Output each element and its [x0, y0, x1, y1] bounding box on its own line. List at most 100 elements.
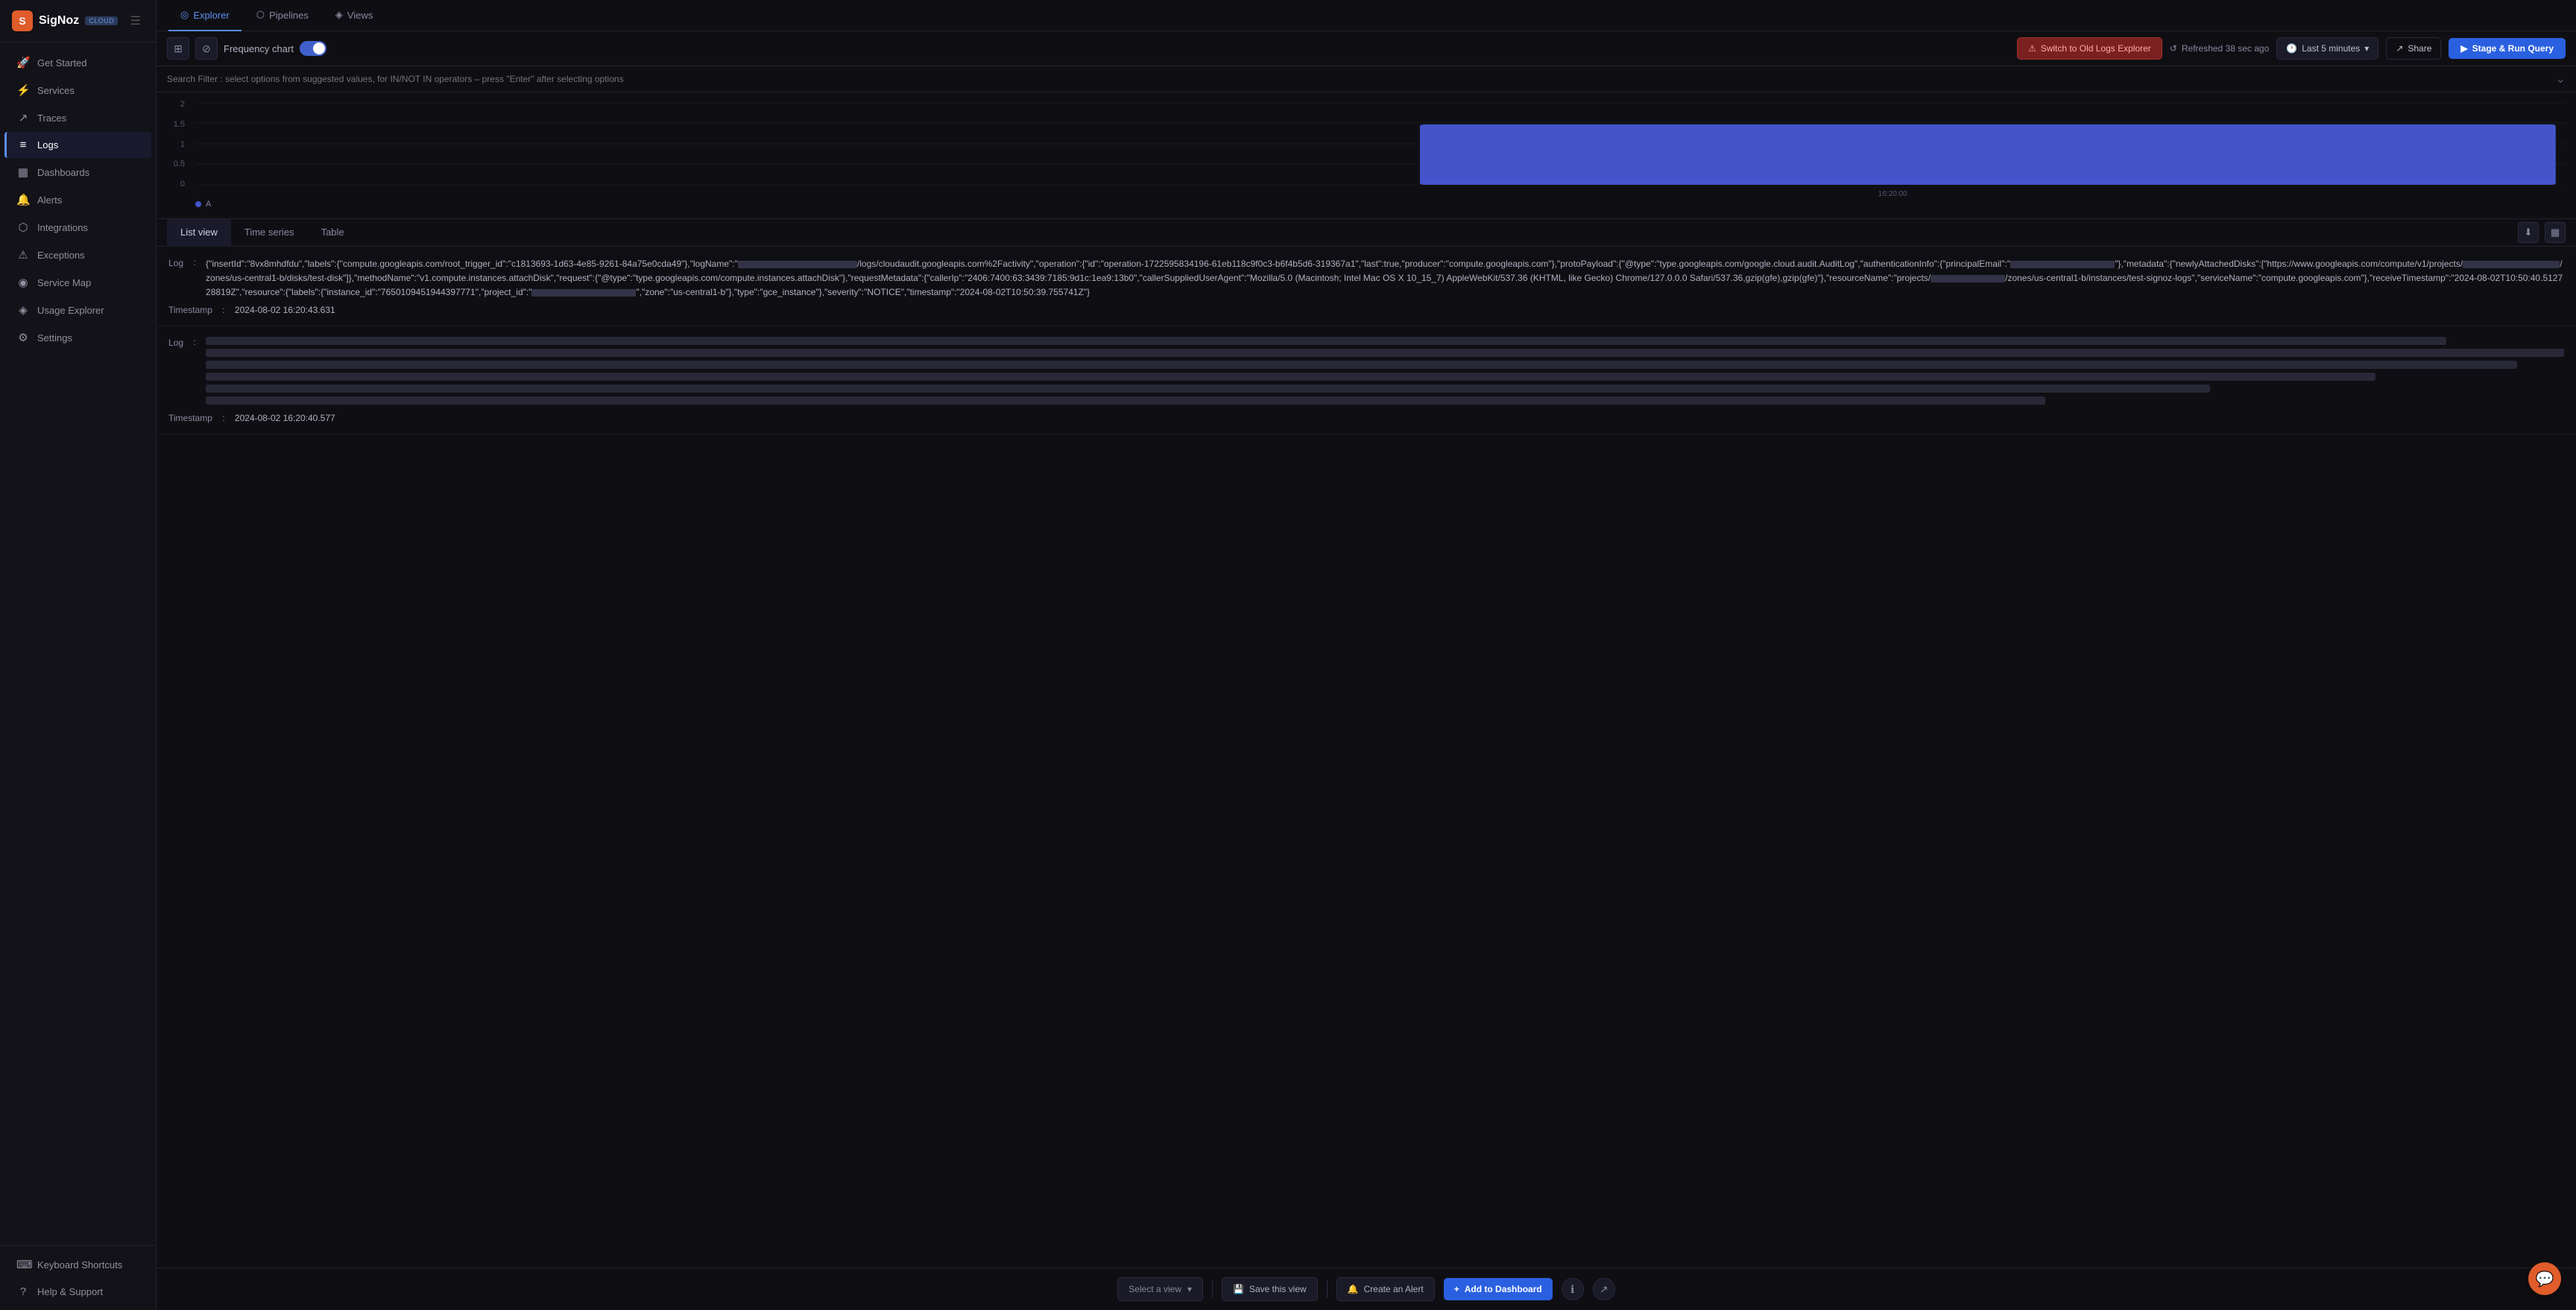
sidebar-item-alerts[interactable]: 🔔 Alerts [4, 186, 151, 213]
search-expand-icon[interactable]: ⌄ [2556, 72, 2566, 86]
usage-explorer-icon: ◈ [16, 303, 30, 317]
create-alert-label: Create an Alert [1364, 1284, 1424, 1294]
view-tab-timeseries-label: Time series [244, 227, 294, 238]
sidebar-item-traces[interactable]: ↗ Traces [4, 104, 151, 131]
sidebar-item-label: Exceptions [37, 250, 85, 261]
bell-icon: 🔔 [1348, 1284, 1359, 1294]
rocket-icon: 🚀 [16, 56, 30, 69]
timestamp-value: 2024-08-02 16:20:43.631 [235, 305, 335, 315]
sidebar-item-label: Integrations [37, 222, 88, 233]
chart-legend: A [195, 200, 2566, 209]
view-tab-time-series[interactable]: Time series [231, 219, 308, 247]
settings-icon: ⚙ [16, 331, 30, 344]
tab-views[interactable]: ◈ Views [323, 0, 385, 31]
view-tab-table-label: Table [321, 227, 344, 238]
create-alert-button[interactable]: 🔔 Create an Alert [1336, 1277, 1435, 1301]
view-tab-table[interactable]: Table [308, 219, 358, 247]
sidebar-item-service-map[interactable]: ◉ Service Map [4, 269, 151, 296]
sidebar-item-dashboards[interactable]: ▦ Dashboards [4, 159, 151, 186]
sidebar-item-label: Alerts [37, 194, 62, 206]
sidebar-item-label: Help & Support [37, 1286, 103, 1297]
add-to-dashboard-button[interactable]: + Add to Dashboard [1444, 1278, 1553, 1300]
sidebar-item-get-started[interactable]: 🚀 Get Started [4, 49, 151, 76]
sidebar-item-settings[interactable]: ⚙ Settings [4, 324, 151, 351]
time-range-selector[interactable]: 🕐 Last 5 minutes ▾ [2276, 37, 2378, 60]
chat-fab-button[interactable]: 💬 [2528, 1262, 2561, 1295]
refresh-icon: ↺ [2170, 43, 2177, 54]
tab-explorer-label: Explorer [193, 10, 229, 21]
tab-pipelines[interactable]: ⬡ Pipelines [244, 0, 321, 31]
log-entry: Log : {"insertId":"8vx8mhdfdu","labels":… [157, 247, 2576, 326]
traces-icon: ↗ [16, 111, 30, 124]
chart-svg [195, 103, 2566, 185]
save-view-label: Save this view [1249, 1284, 1307, 1294]
share-icon-button[interactable]: ↗ [1593, 1278, 1615, 1300]
sidebar-item-label: Traces [37, 113, 66, 124]
service-map-icon: ◉ [16, 276, 30, 289]
save-view-button[interactable]: 💾 Save this view [1222, 1277, 1318, 1301]
logo-text: SigNoz [39, 14, 79, 28]
sidebar-item-keyboard-shortcuts[interactable]: ⌨ Keyboard Shortcuts [4, 1251, 151, 1278]
switch-old-label: Switch to Old Logs Explorer [2041, 43, 2151, 54]
log-row: Log : [168, 337, 2564, 408]
sidebar-item-logs[interactable]: ≡ Logs [4, 132, 151, 158]
stage-run-label: Stage & Run Query [2472, 43, 2554, 54]
info-button[interactable]: ℹ [1562, 1278, 1584, 1300]
save-view-icon: 💾 [1233, 1284, 1244, 1294]
sidebar-item-exceptions[interactable]: ⚠ Exceptions [4, 241, 151, 268]
y-label-1: 1 [180, 140, 185, 149]
toolbar-filter-button[interactable]: ⊘ [195, 37, 218, 60]
sidebar-item-usage-explorer[interactable]: ◈ Usage Explorer [4, 297, 151, 323]
sidebar-item-label: Keyboard Shortcuts [37, 1259, 122, 1271]
sidebar-item-integrations[interactable]: ⬡ Integrations [4, 214, 151, 241]
select-view-label: Select a view [1128, 1284, 1181, 1294]
y-label-2: 2 [180, 100, 185, 109]
view-tabs: List view Time series Table ⬇ ▦ [157, 219, 2576, 247]
legend-label-a: A [206, 200, 211, 209]
sidebar: S SigNoz CLOUD ☰ 🚀 Get Started ⚡ Service… [0, 0, 157, 1310]
select-view-dropdown[interactable]: Select a view ▾ [1117, 1277, 1203, 1301]
timestamp-colon: : [220, 413, 227, 423]
timestamp-label: Timestamp [168, 413, 212, 423]
switch-old-logs-button[interactable]: ⚠ Switch to Old Logs Explorer [2017, 37, 2162, 60]
log-text: {"insertId":"8vx8mhdfdu","labels":{"comp… [206, 257, 2564, 300]
y-label-1.5: 1.5 [174, 120, 185, 129]
search-input[interactable] [167, 66, 2556, 92]
sidebar-item-help-support[interactable]: ? Help & Support [4, 1279, 151, 1305]
share-label: Share [2408, 43, 2431, 54]
integrations-icon: ⬡ [16, 221, 30, 234]
views-tab-icon: ◈ [335, 9, 343, 21]
logs-icon: ≡ [16, 139, 30, 151]
search-bar: ⌄ [157, 66, 2576, 92]
sidebar-item-label: Services [37, 85, 75, 96]
alerts-icon: 🔔 [16, 193, 30, 206]
log-colon: : [191, 337, 198, 408]
view-tab-list[interactable]: List view [167, 219, 231, 247]
columns-icon-button[interactable]: ▦ [2545, 222, 2566, 243]
chart-svg-container: 16:20:00 [195, 103, 2566, 185]
sidebar-item-label: Dashboards [37, 167, 89, 178]
services-icon: ⚡ [16, 83, 30, 97]
frequency-chart-label: Frequency chart [224, 43, 294, 54]
sidebar-item-services[interactable]: ⚡ Services [4, 77, 151, 104]
sidebar-item-label: Usage Explorer [37, 305, 104, 316]
toolbar: ⊞ ⊘ Frequency chart ⚠ Switch to Old Logs… [157, 31, 2576, 66]
tab-pipelines-label: Pipelines [269, 10, 309, 21]
tab-explorer[interactable]: ◎ Explorer [168, 0, 242, 31]
clock-icon: 🕐 [2286, 43, 2297, 54]
timestamp-colon: : [220, 305, 227, 315]
keyboard-icon: ⌨ [16, 1258, 30, 1271]
y-label-0: 0 [180, 180, 185, 189]
chart-x-label: 16:20:00 [1878, 190, 1907, 198]
frequency-chart-toggle[interactable] [300, 41, 326, 56]
toolbar-grid-button[interactable]: ⊞ [167, 37, 189, 60]
explorer-tab-icon: ◎ [180, 9, 189, 21]
stage-run-query-button[interactable]: ▶ Stage & Run Query [2449, 38, 2566, 59]
download-icon-button[interactable]: ⬇ [2518, 222, 2539, 243]
log-content: Log : {"insertId":"8vx8mhdfdu","labels":… [157, 247, 2576, 1268]
sidebar-collapse-button[interactable]: ☰ [127, 10, 144, 31]
tab-views-label: Views [347, 10, 373, 21]
legend-dot-a [195, 201, 201, 207]
share-button[interactable]: ↗ Share [2386, 37, 2441, 60]
time-range-label: Last 5 minutes [2302, 43, 2360, 54]
